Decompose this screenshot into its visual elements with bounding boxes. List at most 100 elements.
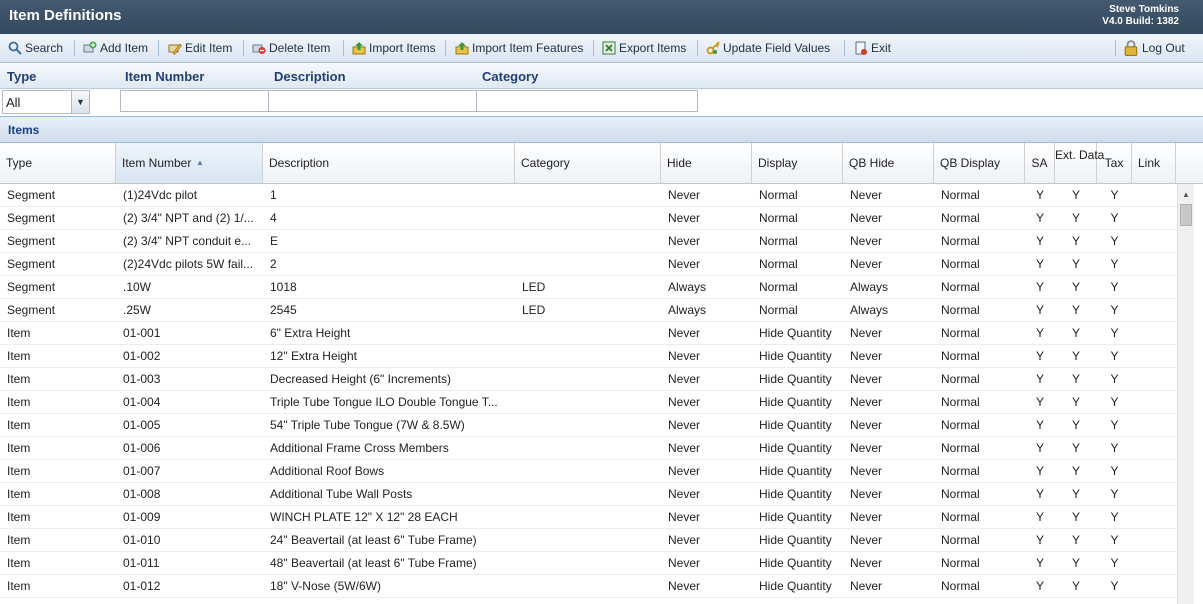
table-row[interactable]: Item 01-010 24" Beavertail (at least 6" Tu… <box>0 529 1176 552</box>
cell-qb-hide: Never <box>850 349 883 363</box>
cell-hide: Never <box>668 418 701 432</box>
export-items-label: Export Items <box>619 41 687 55</box>
table-row[interactable]: Item 01-005 54" Triple Tube Tongue (7W & 8… <box>0 414 1176 437</box>
cell-sa: Y <box>1035 441 1044 455</box>
column-header-link[interactable]: Link <box>1132 143 1176 183</box>
export-items-button[interactable]: Export Items <box>602 39 686 57</box>
table-row[interactable]: Segment (2) 3/4" NPT and (2) 1/... 4 Never N… <box>0 207 1176 230</box>
update-field-values-button[interactable]: Update Field Values <box>706 39 830 57</box>
cell-qb-hide: Never <box>850 418 883 432</box>
table-row[interactable]: Item 01-012 18" V-Nose (5W/6W) Never Hide Qu… <box>0 575 1176 598</box>
cell-description: WINCH PLATE 12" X 12" 28 EACH <box>270 510 458 524</box>
cell-hide: Never <box>668 533 701 547</box>
column-header-sa[interactable]: SA <box>1025 143 1055 183</box>
edit-item-button[interactable]: Edit Item <box>168 39 232 57</box>
cell-qb-display: Normal <box>941 464 980 478</box>
column-header-ext-data[interactable]: Ext. Data <box>1055 143 1104 183</box>
cell-ext-data: Y <box>1071 533 1080 547</box>
cell-qb-hide: Always <box>850 303 889 317</box>
column-header-type[interactable]: Type <box>0 143 116 183</box>
table-row[interactable]: Segment (2)24Vdc pilots 5W fail... 2 Never N… <box>0 253 1176 276</box>
cell-ext-data: Y <box>1071 395 1080 409</box>
table-row[interactable]: Item 01-008 Additional Tube Wall Posts Neve… <box>0 483 1176 506</box>
import-icon <box>352 42 366 55</box>
cell-sa: Y <box>1035 234 1044 248</box>
column-header-label: Category <box>521 156 570 170</box>
cell-qb-display: Normal <box>941 533 980 547</box>
column-header-label: Display <box>758 156 798 170</box>
chevron-down-icon[interactable]: ▼ <box>71 91 89 113</box>
category-filter-input[interactable] <box>476 90 698 112</box>
cell-sa: Y <box>1035 510 1044 524</box>
import-item-features-button[interactable]: Import Item Features <box>455 39 583 57</box>
scrollbar-thumb[interactable] <box>1180 204 1192 226</box>
table-row[interactable]: Item 01-002 12" Extra Height Never Hide Quan… <box>0 345 1176 368</box>
search-button[interactable]: Search <box>8 39 63 57</box>
column-header-item-number[interactable]: Item Number ▲ <box>116 143 263 183</box>
delete-item-button[interactable]: Delete Item <box>252 39 330 57</box>
cell-sa: Y <box>1035 211 1044 225</box>
table-row[interactable]: Segment (1)24Vdc pilot 1 Never Normal Never No… <box>0 184 1176 207</box>
table-row[interactable]: Item 01-003 Decreased Height (6" Increment… <box>0 368 1176 391</box>
column-header-description[interactable]: Description <box>263 143 515 183</box>
search-icon <box>8 41 22 55</box>
cell-tax: Y <box>1110 234 1119 248</box>
cell-sa: Y <box>1035 349 1044 363</box>
cell-tax: Y <box>1110 211 1119 225</box>
exit-button[interactable]: Exit <box>854 39 891 57</box>
import-items-button[interactable]: Import Items <box>352 39 436 57</box>
description-filter-input[interactable] <box>268 90 477 112</box>
cell-item-number: (2)24Vdc pilots 5W fail... <box>123 257 254 271</box>
toolbar-separator <box>343 40 344 56</box>
delete-icon <box>252 44 266 54</box>
cell-item-number: (1)24Vdc pilot <box>123 188 198 202</box>
cell-display: Normal <box>759 257 798 271</box>
item-number-filter-input[interactable] <box>120 90 269 112</box>
excel-icon <box>602 41 616 55</box>
table-row[interactable]: Item 01-007 Additional Roof Bows Never Hide … <box>0 460 1176 483</box>
cell-description: 4 <box>270 211 277 225</box>
column-header-qb-display[interactable]: QB Display <box>934 143 1025 183</box>
table-row[interactable]: Item 01-006 Additional Frame Cross Members… <box>0 437 1176 460</box>
type-filter-select[interactable]: All ▼ <box>2 90 90 114</box>
column-header-category[interactable]: Category <box>515 143 661 183</box>
table-row[interactable]: Item 01-001 6" Extra Height Never Hide Quant… <box>0 322 1176 345</box>
add-icon <box>83 41 97 53</box>
cell-display: Hide Quantity <box>759 533 832 547</box>
cell-tax: Y <box>1110 372 1119 386</box>
toolbar-separator <box>593 40 594 56</box>
column-header-tax[interactable]: Tax <box>1097 143 1132 183</box>
cell-hide: Never <box>668 464 701 478</box>
toolbar: Search Add Item Edit Item Delete Item Im… <box>0 34 1203 63</box>
cell-ext-data: Y <box>1071 257 1080 271</box>
cell-qb-hide: Never <box>850 487 883 501</box>
table-row[interactable]: Segment .10W 1018 LED Always Normal Always Norm… <box>0 276 1176 299</box>
cell-tax: Y <box>1110 579 1119 593</box>
cell-ext-data: Y <box>1071 510 1080 524</box>
toolbar-separator <box>844 40 845 56</box>
cell-type: Item <box>7 395 31 409</box>
cell-qb-hide: Never <box>850 510 883 524</box>
type-filter-label: Type <box>7 69 37 84</box>
toolbar-separator <box>1115 40 1116 56</box>
table-row[interactable]: Segment .25W 2545 LED Always Normal Always Norm… <box>0 299 1176 322</box>
category-filter-label: Category <box>482 69 539 84</box>
cell-display: Hide Quantity <box>759 464 832 478</box>
table-row[interactable]: Item 01-011 48" Beavertail (at least 6" Tu… <box>0 552 1176 575</box>
cell-tax: Y <box>1110 257 1119 271</box>
cell-qb-display: Normal <box>941 257 980 271</box>
column-header-qb-hide[interactable]: QB Hide <box>843 143 934 183</box>
scroll-up-icon[interactable]: ▲ <box>1182 190 1190 199</box>
table-row[interactable]: Item 01-004 Triple Tube Tongue ILO Double … <box>0 391 1176 414</box>
vertical-scrollbar[interactable]: ▲ <box>1177 184 1194 604</box>
cell-tax: Y <box>1110 326 1119 340</box>
column-header-label: Link <box>1138 156 1161 170</box>
add-item-button[interactable]: Add Item <box>83 39 148 57</box>
column-header-hide[interactable]: Hide <box>661 143 752 183</box>
table-row[interactable]: Item 01-009 WINCH PLATE 12" X 12" 28 EACH N… <box>0 506 1176 529</box>
log-out-button[interactable]: Log Out <box>1123 39 1185 57</box>
table-row[interactable]: Segment (2) 3/4" NPT conduit e... E Never No… <box>0 230 1176 253</box>
cell-display: Hide Quantity <box>759 326 832 340</box>
column-header-display[interactable]: Display <box>752 143 843 183</box>
cell-sa: Y <box>1035 326 1044 340</box>
